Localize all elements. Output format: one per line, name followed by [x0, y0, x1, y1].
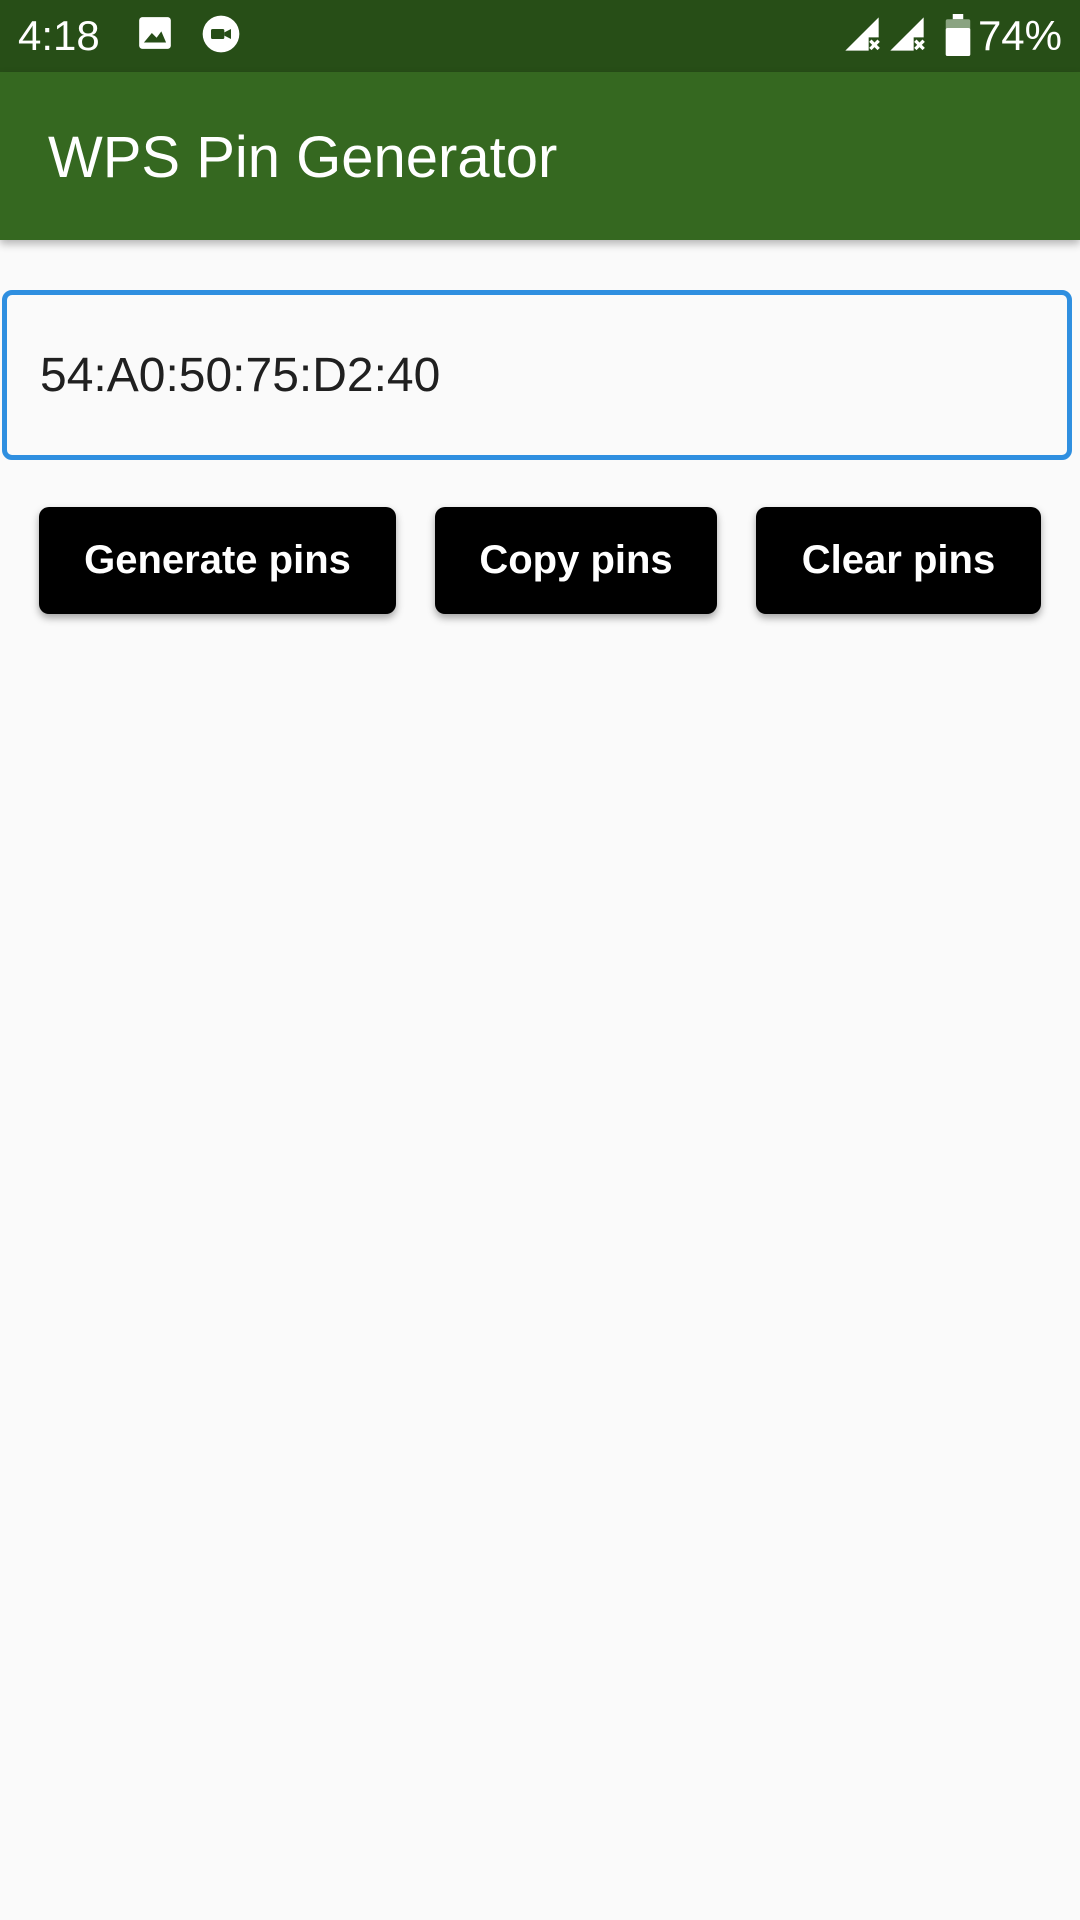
signal-no-service-icon [842, 14, 882, 59]
generate-pins-button[interactable]: Generate pins [39, 507, 396, 614]
status-bar: 4:18 74% [0, 0, 1080, 72]
copy-pins-button[interactable]: Copy pins [435, 507, 717, 614]
video-call-icon [201, 14, 241, 59]
signal-no-service-icon [887, 14, 927, 59]
mac-address-input[interactable] [2, 290, 1072, 460]
battery-percent: 74% [977, 12, 1062, 59]
battery-icon [945, 14, 971, 61]
app-bar: WPS Pin Generator [0, 72, 1080, 240]
image-icon [136, 14, 174, 57]
app-title: WPS Pin Generator [48, 125, 558, 190]
status-time: 4:18 [18, 12, 100, 59]
clear-pins-button[interactable]: Clear pins [756, 507, 1041, 614]
